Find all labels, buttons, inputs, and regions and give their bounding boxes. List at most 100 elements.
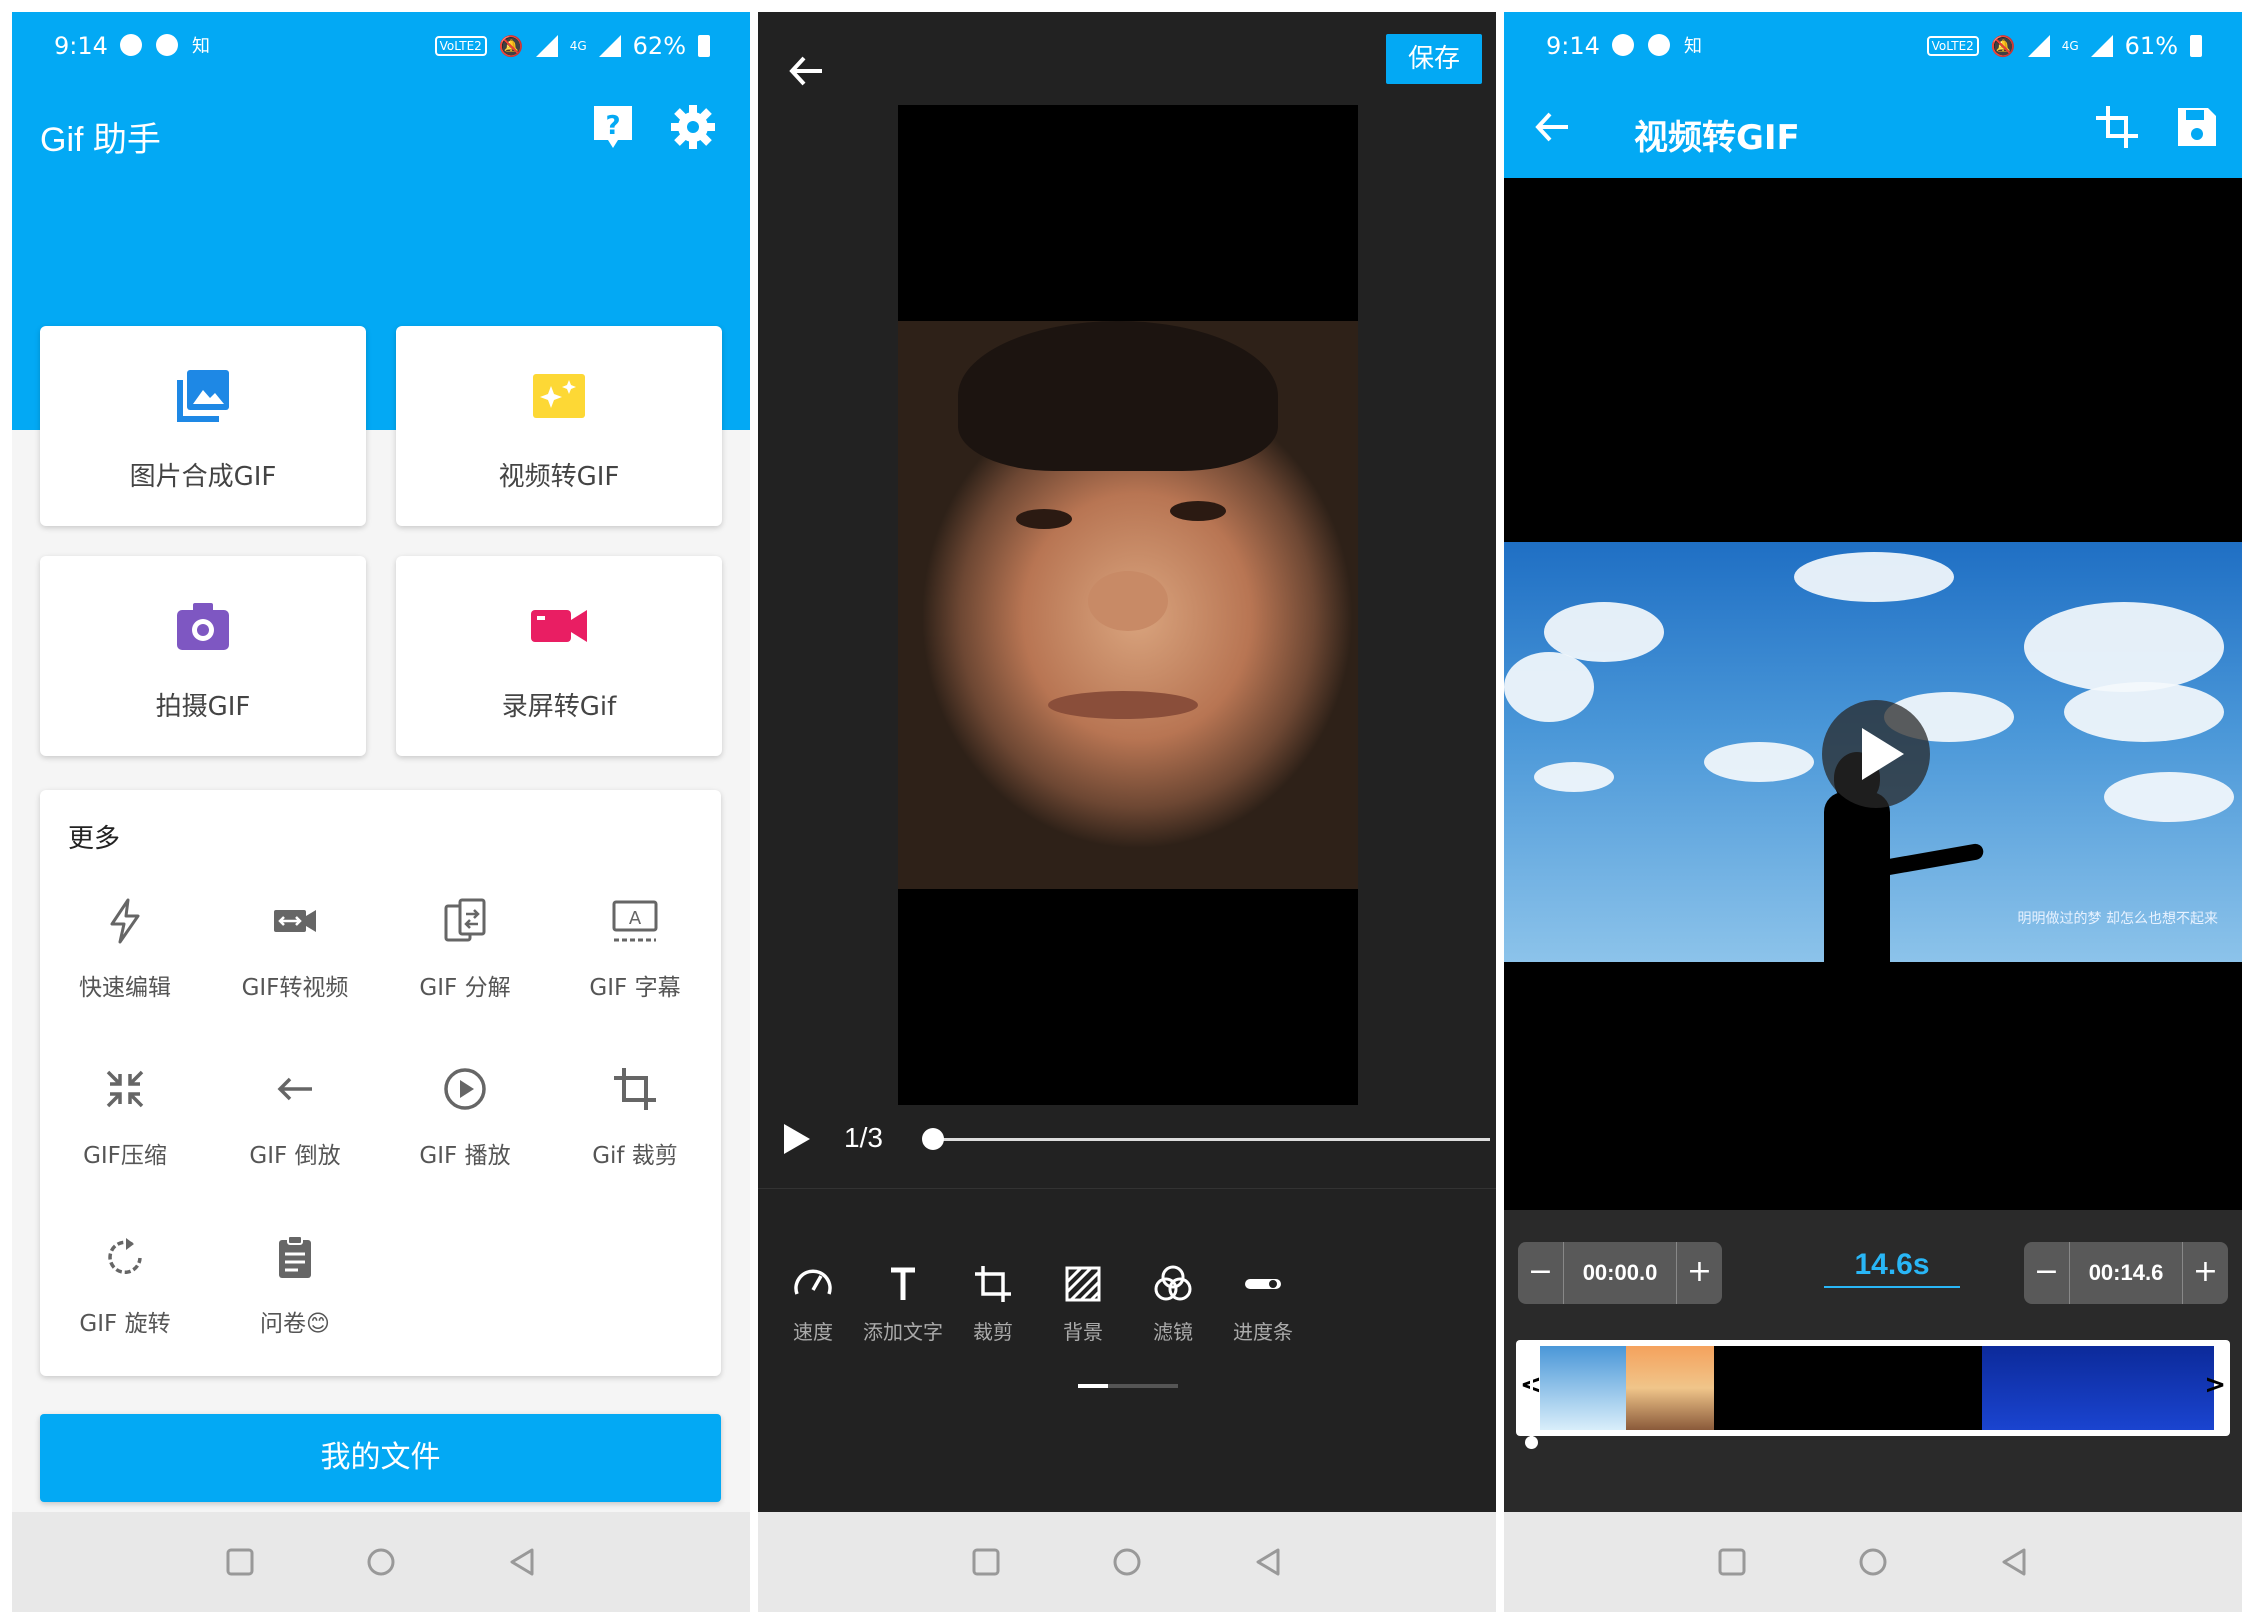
save-icon[interactable] xyxy=(2172,102,2222,152)
tool-gif-to-video[interactable]: GIF转视频 xyxy=(210,896,380,1026)
back-arrow-icon[interactable] xyxy=(1528,102,1578,152)
playback-progress[interactable] xyxy=(930,1138,1490,1141)
gif-to-video-icon xyxy=(274,910,316,932)
tool-gif-play[interactable]: GIF 播放 xyxy=(380,1064,550,1194)
mute-icon: 🔕 xyxy=(498,34,524,58)
tool-gif-crop[interactable]: Gif 裁剪 xyxy=(550,1064,720,1194)
preview-image xyxy=(898,321,1358,889)
back-icon[interactable] xyxy=(502,1542,542,1582)
recents-icon[interactable] xyxy=(966,1542,1006,1582)
tools-scroll-indicator xyxy=(1078,1384,1178,1388)
tool-gif-compress[interactable]: GIF压缩 xyxy=(40,1064,210,1194)
clapper-sparkle-icon xyxy=(533,374,585,418)
timeline-frame xyxy=(1714,1346,1982,1430)
crop-icon[interactable] xyxy=(2092,102,2142,152)
compress-icon xyxy=(106,1070,144,1108)
home-icon[interactable] xyxy=(361,1542,401,1582)
crop-icon xyxy=(975,1266,1011,1302)
tool-quick-edit[interactable]: 快速编辑 xyxy=(40,896,210,1026)
system-icons: VoLTE2 🔕 4G 62% xyxy=(434,32,710,60)
progress-thumb[interactable] xyxy=(922,1128,944,1150)
tool-gif-rotate[interactable]: GIF 旋转 xyxy=(40,1232,210,1362)
tool-label: GIF 字幕 xyxy=(589,975,681,1001)
more-title: 更多 xyxy=(68,824,121,854)
frame-timeline[interactable]: < > xyxy=(1516,1340,2230,1436)
start-plus-button[interactable]: + xyxy=(1676,1242,1722,1304)
chat-icon xyxy=(1612,34,1634,56)
timeline-frame xyxy=(1982,1346,2214,1430)
video-caption: 明明做过的梦 却怎么也想不起来 xyxy=(2017,911,2218,927)
back-icon[interactable] xyxy=(1248,1542,1288,1582)
background-pattern-icon xyxy=(1065,1266,1101,1302)
tool-label: GIF 播放 xyxy=(419,1143,511,1169)
net-type: 4G xyxy=(569,39,587,53)
tool-survey[interactable]: 问卷😊 xyxy=(210,1232,380,1362)
tile-label: 图片合成GIF xyxy=(129,462,277,492)
save-button[interactable]: 保存 xyxy=(1386,34,1482,84)
qq-icon xyxy=(156,34,178,56)
volte-badge: VoLTE2 xyxy=(1926,36,1979,56)
start-minus-button[interactable]: − xyxy=(1518,1242,1564,1304)
tile-capture-gif[interactable]: 拍摄GIF xyxy=(40,556,366,756)
camera-icon xyxy=(177,603,229,650)
zhihu-icon: 知 xyxy=(192,36,210,57)
home-icon[interactable] xyxy=(1853,1542,1893,1582)
status-bar: 9:14 知 VoLTE2 🔕 4G 62% xyxy=(12,12,750,80)
system-nav-bar xyxy=(758,1512,1496,1612)
play-button[interactable] xyxy=(1822,700,1930,808)
start-time: 00:00.0 xyxy=(1582,1260,1658,1285)
back-icon[interactable] xyxy=(1994,1542,2034,1582)
crop-icon xyxy=(614,1068,656,1110)
signal-icon xyxy=(2027,35,2050,57)
play-icon xyxy=(1862,728,1904,780)
end-minus-button[interactable]: − xyxy=(2024,1242,2070,1304)
editor-screen: 保存 1/3 速度 添加文字 裁剪 背景 滤镜 进度条 xyxy=(758,12,1496,1612)
settings-icon[interactable] xyxy=(668,102,718,152)
zhihu-icon: 知 xyxy=(1684,36,1702,57)
battery-percent: 61% xyxy=(2124,32,2178,60)
battery-icon xyxy=(698,35,710,57)
tool-gif-subtitle[interactable]: A GIF 字幕 xyxy=(550,896,720,1026)
recents-icon[interactable] xyxy=(220,1542,260,1582)
system-nav-bar xyxy=(1504,1512,2242,1612)
tool-label: GIF压缩 xyxy=(83,1143,167,1169)
start-time-stepper: − 00:00.0 + xyxy=(1518,1242,1722,1304)
signal-icon xyxy=(535,35,558,57)
tile-screen-record-gif[interactable]: 录屏转Gif xyxy=(396,556,722,756)
timeline-frame xyxy=(1626,1346,1714,1430)
back-arrow-icon[interactable] xyxy=(782,46,832,96)
net-type: 4G xyxy=(2061,39,2079,53)
qq-icon xyxy=(1648,34,1670,56)
help-icon[interactable]: ? xyxy=(588,102,638,152)
gif-preview xyxy=(898,105,1358,1105)
playhead-handle[interactable] xyxy=(1525,1436,1538,1449)
frame-counter: 1/3 xyxy=(844,1122,883,1153)
more-tools-card: 更多 快速编辑 GIF转视频 GIF 分解 A GIF 字幕 GIF压缩 GIF… xyxy=(40,790,721,1376)
svg-text:A: A xyxy=(629,908,642,929)
chat-icon xyxy=(120,34,142,56)
status-bar: 9:14 知 VoLTE2 🔕 4G 61% xyxy=(1504,12,2242,80)
battery-icon xyxy=(2190,35,2202,57)
tile-video-to-gif[interactable]: 视频转GIF xyxy=(396,326,722,526)
home-icon[interactable] xyxy=(1107,1542,1147,1582)
tile-images-to-gif[interactable]: 图片合成GIF xyxy=(40,326,366,526)
tool-progress-bar[interactable]: 进度条 xyxy=(1208,1262,1318,1345)
mute-icon: 🔕 xyxy=(1990,34,2016,58)
page-title: 视频转GIF xyxy=(1634,118,1800,158)
tile-label: 视频转GIF xyxy=(498,462,620,492)
end-time-stepper: − 00:14.6 + xyxy=(2024,1242,2228,1304)
recents-icon[interactable] xyxy=(1712,1542,1752,1582)
tool-gif-split[interactable]: GIF 分解 xyxy=(380,896,550,1026)
app-title: Gif 助手 xyxy=(40,121,161,159)
play-icon[interactable] xyxy=(784,1124,810,1154)
home-screen: 9:14 知 VoLTE2 🔕 4G 62% Gif 助手 ? 图片合成GIF … xyxy=(12,12,750,1612)
divider xyxy=(758,1188,1496,1189)
timeline-playhead[interactable] xyxy=(1530,1342,1533,1442)
status-time: 9:14 xyxy=(54,32,108,60)
tool-gif-reverse[interactable]: GIF 倒放 xyxy=(210,1064,380,1194)
timeline-frame xyxy=(1540,1346,1626,1430)
clip-duration: 14.6s xyxy=(1824,1248,1960,1288)
my-files-button[interactable]: 我的文件 xyxy=(40,1414,721,1502)
timeline-right-handle[interactable]: > xyxy=(2204,1370,2226,1400)
end-plus-button[interactable]: + xyxy=(2182,1242,2228,1304)
